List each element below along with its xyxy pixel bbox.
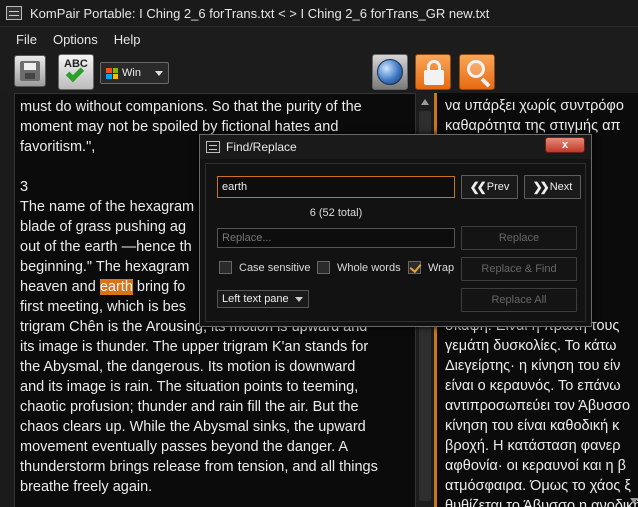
checkbox-icon <box>317 261 330 274</box>
text-line: γεμάτη δυσκολίες. Το κάτω <box>445 338 617 354</box>
find-input[interactable] <box>217 176 455 198</box>
double-chevron-left-icon: ❮❮ <box>469 180 487 194</box>
prev-button[interactable]: ❮❮ Prev <box>461 175 518 199</box>
whole-words-checkbox[interactable]: Whole words <box>317 261 401 274</box>
match-count: 6 (52 total) <box>309 207 363 219</box>
dialog-body: 6 (52 total) ❮❮ Prev ❯❯ Next Replace Rep… <box>205 163 586 322</box>
whole-words-label: Whole words <box>337 261 401 274</box>
dialog-icon <box>206 141 220 153</box>
globe-icon <box>377 59 403 85</box>
wrap-checkbox[interactable]: Wrap <box>408 261 454 274</box>
text-line: chaotic profusion; thunder and rain fill… <box>20 399 359 415</box>
target-pane-select[interactable]: Left text pane <box>217 290 309 308</box>
text-line: chaos clears up. While the Abysmal sinks… <box>20 419 366 435</box>
case-sensitive-checkbox[interactable]: Case sensitive <box>219 261 311 274</box>
search-button[interactable] <box>459 54 495 90</box>
menu-bar: File Options Help <box>0 27 638 51</box>
next-button[interactable]: ❯❯ Next <box>524 175 581 199</box>
text-line: thunderstorm brings release from tension… <box>20 459 378 475</box>
find-replace-dialog: Find/Replace x 6 (52 total) ❮❮ Prev ❯❯ N… <box>199 134 592 327</box>
text-line: να υπάρξει χωρίς συντρόφο <box>445 98 624 114</box>
text-line: and its image is rain. The situation poi… <box>20 379 359 395</box>
text-line: the Abysmal, the dangerous. Its motion i… <box>20 359 356 375</box>
dialog-title-bar[interactable]: Find/Replace <box>200 135 591 159</box>
text-line: breathe freely again. <box>20 479 153 495</box>
globe-button[interactable] <box>372 54 408 90</box>
text-segment: heaven and <box>20 279 100 295</box>
text-line: its image is thunder. The upper trigram … <box>20 339 369 355</box>
double-chevron-right-icon: ❯❯ <box>532 180 550 194</box>
text-line: αφθονία· οι κεραυνοί και η β <box>445 458 626 474</box>
encoding-value: Win <box>122 67 141 79</box>
checkbox-checked-icon <box>408 261 421 274</box>
text-line: Διεγείρτης· η κίνηση του είν <box>445 358 621 374</box>
text-line: must do without companions. So that the … <box>20 99 362 115</box>
target-pane-value: Left text pane <box>222 293 289 305</box>
text-line: θυθίζεται το Άβυσσο η ανοδική <box>445 498 638 507</box>
text-line: καθαρότητα της στιγμής απ <box>445 118 621 134</box>
text-line: βροχή. Η κατάσταση φανερ <box>445 438 621 454</box>
save-button[interactable] <box>14 55 46 87</box>
next-label: Next <box>549 181 573 193</box>
replace-button[interactable]: Replace <box>461 226 577 250</box>
checkbox-icon <box>219 261 232 274</box>
title-bar: KomPair Portable: I Ching 2_6 forTrans.t… <box>0 0 638 27</box>
window-title: KomPair Portable: I Ching 2_6 forTrans.t… <box>30 5 490 21</box>
lock-button[interactable] <box>415 54 451 90</box>
save-icon <box>20 61 40 81</box>
case-sensitive-label: Case sensitive <box>239 261 311 274</box>
toolbar: ABC Win <box>0 51 638 93</box>
right-pane-scrollbar[interactable] <box>630 470 638 507</box>
text-line: αντιπροσωπεύει τον Άβυσσο <box>445 398 631 414</box>
menu-help[interactable]: Help <box>106 32 149 47</box>
spellcheck-button[interactable]: ABC <box>58 54 94 90</box>
text-line: κίνηση του είναι καθοδική κ <box>445 418 620 434</box>
scroll-down-icon[interactable] <box>630 498 638 504</box>
chevron-down-icon <box>295 297 303 302</box>
chevron-down-icon <box>155 71 163 76</box>
replace-input[interactable] <box>217 228 455 248</box>
windows-logo-icon <box>106 67 118 79</box>
app-icon <box>6 6 22 20</box>
text-segment: bring fo <box>132 279 186 295</box>
search-match-highlight: earth <box>99 279 133 295</box>
search-icon <box>467 60 485 78</box>
text-line: ατμόσφαιρα. Όμως το χάος ξ <box>445 478 631 494</box>
replace-all-button[interactable]: Replace All <box>461 288 577 312</box>
scroll-up-icon[interactable] <box>421 99 429 105</box>
menu-file[interactable]: File <box>8 32 45 47</box>
replace-and-find-button[interactable]: Replace & Find <box>461 257 577 281</box>
text-line: movement eventually passes beyond the da… <box>20 439 349 455</box>
menu-options[interactable]: Options <box>45 32 106 47</box>
encoding-select[interactable]: Win <box>100 62 169 84</box>
dialog-title: Find/Replace <box>226 140 297 154</box>
close-button[interactable]: x <box>545 137 585 153</box>
wrap-label: Wrap <box>428 261 455 274</box>
text-line: είναι ο κεραυνός. Το επάνω <box>445 378 621 394</box>
prev-label: Prev <box>486 181 510 193</box>
close-icon: x <box>561 139 569 151</box>
